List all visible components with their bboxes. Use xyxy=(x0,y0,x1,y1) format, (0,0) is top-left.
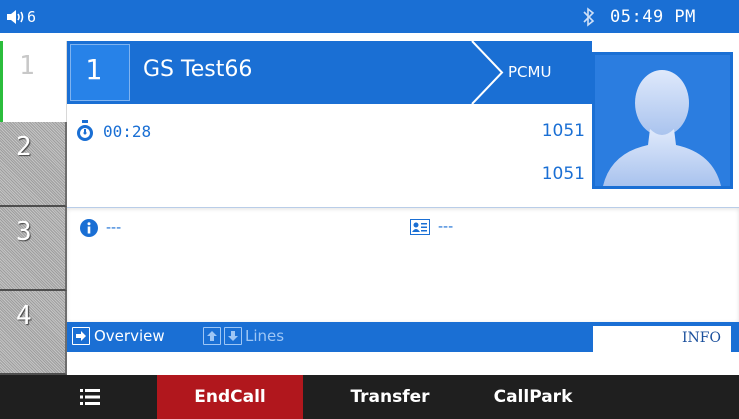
lines-navigation[interactable]: Lines xyxy=(203,327,284,345)
volume-level: 6 xyxy=(27,8,37,26)
transfer-button[interactable]: Transfer xyxy=(320,375,460,419)
line-tab-3[interactable]: 3 xyxy=(0,207,67,291)
contact-card-icon xyxy=(410,219,430,235)
endcall-button[interactable]: EndCall xyxy=(157,375,303,419)
contact-card-value: --- xyxy=(438,219,454,235)
info-value: --- xyxy=(106,220,122,236)
line-tab-label: 1 xyxy=(19,51,35,81)
lines-label: Lines xyxy=(245,327,285,345)
overview-button[interactable]: Overview xyxy=(72,327,165,345)
clock: 05:49 PM xyxy=(610,7,696,27)
menu-softkey[interactable] xyxy=(70,375,110,419)
contact-avatar xyxy=(592,52,733,189)
call-info-panel xyxy=(67,207,739,322)
line-tab-1[interactable]: 1 xyxy=(0,41,67,122)
line-tab-2[interactable]: 2 xyxy=(0,122,67,207)
info-field: --- xyxy=(80,219,121,237)
codec-label: PCMU xyxy=(508,63,552,81)
call-line-index: 1 xyxy=(70,44,130,101)
contact-card-field: --- xyxy=(410,219,453,235)
volume-indicator: 6 xyxy=(6,7,36,27)
overview-label: Overview xyxy=(94,327,165,345)
call-duration: 00:28 xyxy=(103,121,152,141)
info-icon xyxy=(80,219,98,237)
menu-icon xyxy=(80,389,100,405)
line-tab-label: 4 xyxy=(16,301,32,331)
chevron-right-icon xyxy=(471,41,504,104)
line-tab-4[interactable]: 4 xyxy=(0,291,67,375)
caller-number: 1051 xyxy=(541,121,585,141)
callpark-button[interactable]: CallPark xyxy=(468,375,598,419)
arrow-right-icon xyxy=(72,327,90,345)
arrow-up-icon xyxy=(203,327,221,345)
call-timer: 00:28 xyxy=(75,120,151,142)
line-tab-label: 3 xyxy=(16,217,32,247)
call-header: 1 GS Test66 PCMU xyxy=(67,41,592,104)
arrow-down-icon xyxy=(224,327,242,345)
status-bar: 6 05:49 PM xyxy=(0,0,739,33)
softkey-bar: EndCall Transfer CallPark xyxy=(0,375,739,419)
stopwatch-icon xyxy=(77,120,93,141)
info-tab[interactable]: INFO xyxy=(593,326,731,352)
contact-name: GS Test66 xyxy=(143,57,253,82)
caller-id-number: 1051 xyxy=(541,164,585,184)
bluetooth-icon xyxy=(583,7,595,27)
speaker-icon xyxy=(7,10,24,24)
contact-avatar-icon xyxy=(595,55,730,186)
call-line-number: 1 xyxy=(85,53,102,86)
line-tab-label: 2 xyxy=(16,132,32,162)
